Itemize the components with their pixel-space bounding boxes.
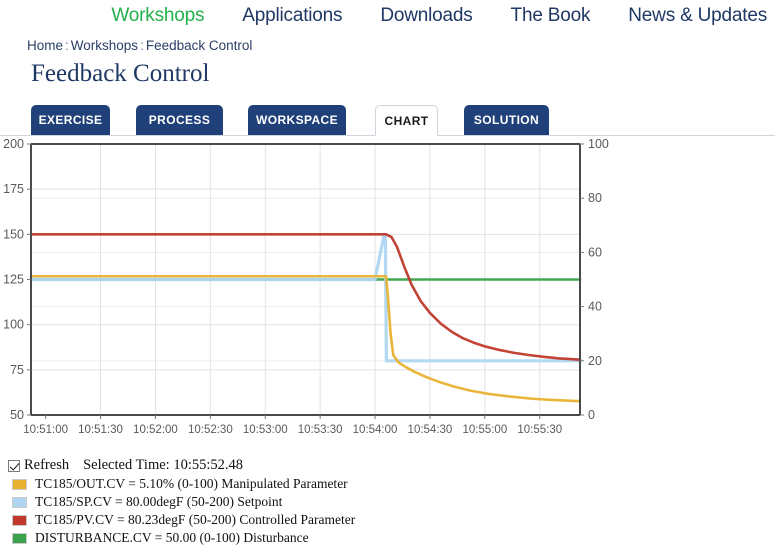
axis-label-bottom: 10:54:00: [353, 424, 398, 436]
legend-label-disturbance: DISTURBANCE.CV = 50.00 (0-100) Disturban…: [35, 530, 309, 545]
axis-label-left: 175: [3, 182, 24, 196]
legend-label-out: TC185/OUT.CV = 5.10% (0-100) Manipulated…: [35, 476, 348, 491]
legend-item-out[interactable]: TC185/OUT.CV = 5.10% (0-100) Manipulated…: [8, 475, 628, 493]
legend-swatch-out-icon: [12, 478, 27, 490]
legend-swatch-pv-icon: [12, 514, 27, 526]
legend-header: Refresh Selected Time: 10:55:52.48: [8, 456, 628, 475]
axis-label-left: 125: [3, 273, 24, 287]
nav-item-applications[interactable]: Applications: [242, 5, 342, 27]
breadcrumb: Home: Workshops: Feedback Control: [27, 38, 252, 53]
axis-label-left: 200: [3, 137, 24, 151]
legend-item-pv[interactable]: TC185/PV.CV = 80.23degF (50-200) Control…: [8, 511, 628, 529]
breadcrumb-home[interactable]: Home: [27, 38, 63, 53]
breadcrumb-separator-1: :: [65, 38, 69, 53]
axis-label-bottom: 10:55:00: [462, 424, 507, 436]
chart-legend: Refresh Selected Time: 10:55:52.48 TC185…: [8, 456, 628, 547]
selected-time: Selected Time: 10:55:52.48: [83, 457, 243, 474]
legend-swatch-disturbance-icon: [12, 532, 27, 544]
axis-label-bottom: 10:54:30: [408, 424, 453, 436]
legend-swatch-sp-icon: [12, 496, 27, 508]
axis-label-left: 75: [10, 363, 24, 377]
axis-label-bottom: 10:51:30: [78, 424, 123, 436]
axis-label-right: 80: [588, 191, 602, 205]
tab-exercise[interactable]: EXERCISE: [31, 105, 110, 135]
axis-label-right: 60: [588, 245, 602, 259]
legend-label-sp: TC185/SP.CV = 80.00degF (50-200) Setpoin…: [35, 494, 283, 509]
trend-chart-svg: 50 75 100 125 150 175 200 0 20 40 60 80 100 10:51:00 1…: [3, 137, 609, 436]
tab-solution[interactable]: SOLUTION: [464, 105, 549, 135]
breadcrumb-workshops[interactable]: Workshops: [71, 38, 138, 53]
refresh-label[interactable]: Refresh: [24, 457, 69, 474]
nav-item-the-book[interactable]: The Book: [511, 5, 591, 27]
axis-label-bottom: 10:53:30: [298, 424, 343, 436]
axis-label-left: 50: [10, 408, 24, 422]
tab-chart[interactable]: CHART: [375, 105, 438, 136]
selected-time-label: Selected Time:: [83, 457, 170, 473]
tab-process[interactable]: PROCESS: [136, 105, 223, 135]
page-title: Feedback Control: [31, 60, 210, 87]
axis-label-right: 0: [588, 408, 595, 422]
nav-item-downloads[interactable]: Downloads: [380, 5, 472, 27]
legend-item-disturbance[interactable]: DISTURBANCE.CV = 50.00 (0-100) Disturban…: [8, 529, 628, 547]
tab-bar: EXERCISE PROCESS WORKSPACE CHART SOLUTIO…: [0, 100, 775, 136]
axis-label-left: 100: [3, 318, 24, 332]
page-root: Workshops Applications Downloads The Boo…: [0, 0, 775, 560]
axis-label-right: 100: [588, 137, 609, 151]
nav-item-workshops[interactable]: Workshops: [111, 5, 204, 27]
legend-label-pv: TC185/PV.CV = 80.23degF (50-200) Control…: [35, 512, 356, 527]
axis-label-bottom: 10:52:00: [133, 424, 178, 436]
top-navigation: Workshops Applications Downloads The Boo…: [0, 0, 775, 32]
axis-label-bottom: 10:53:00: [243, 424, 288, 436]
tab-workspace[interactable]: WORKSPACE: [248, 105, 346, 135]
refresh-checkbox[interactable]: [8, 459, 20, 472]
axis-label-bottom: 10:55:30: [517, 424, 562, 436]
nav-item-news-updates[interactable]: News & Updates: [628, 5, 767, 27]
legend-item-sp[interactable]: TC185/SP.CV = 80.00degF (50-200) Setpoin…: [8, 493, 628, 511]
axis-label-right: 40: [588, 300, 602, 314]
axis-label-right: 20: [588, 354, 602, 368]
axis-label-left: 150: [3, 227, 24, 241]
axis-label-bottom: 10:52:30: [188, 424, 233, 436]
breadcrumb-separator-2: :: [140, 38, 144, 53]
axis-label-bottom: 10:51:00: [23, 424, 68, 436]
selected-time-value: 10:55:52.48: [173, 457, 244, 473]
trend-chart[interactable]: 50 75 100 125 150 175 200 0 20 40 60 80 100 10:51:00 1…: [0, 136, 620, 448]
breadcrumb-current: Feedback Control: [145, 38, 253, 53]
